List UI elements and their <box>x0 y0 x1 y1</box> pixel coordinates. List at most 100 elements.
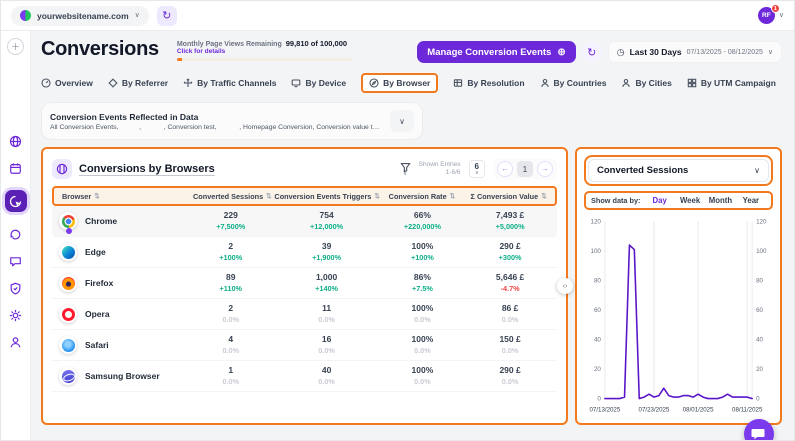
tab-by-cities[interactable]: By Cities <box>621 78 671 88</box>
refresh-icon: ↻ <box>587 46 596 59</box>
sessions-line-chart: 00202040406060808010010012012007/13/2025… <box>584 210 773 417</box>
chevron-down-icon: ∨ <box>768 49 773 56</box>
svg-text:08/01/2025: 08/01/2025 <box>683 406 714 413</box>
svg-text:120: 120 <box>590 219 601 226</box>
safari-icon <box>59 336 77 354</box>
tab-by-browser[interactable]: By Browser <box>361 73 438 93</box>
cities-icon <box>621 78 631 88</box>
granularity-month[interactable]: Month <box>705 196 735 205</box>
tab-by-utm-campaign[interactable]: By UTM Campaign <box>687 78 776 88</box>
page-views-details-link[interactable]: Click for details <box>177 48 352 55</box>
feedback-chat-icon[interactable] <box>8 253 24 269</box>
granularity-day[interactable]: Day <box>644 196 674 205</box>
svg-text:80: 80 <box>756 278 763 285</box>
page-title: Conversions <box>41 38 159 61</box>
opera-icon <box>59 305 77 323</box>
privacy-shield-icon[interactable] <box>8 280 24 296</box>
manage-conversion-events-button[interactable]: Manage Conversion Events ⊕ <box>417 41 575 63</box>
tab-by-referrer[interactable]: By Referrer <box>108 78 168 88</box>
page-views-widget: Monthly Page Views Remaining 99,810 of 1… <box>177 39 352 61</box>
table-title: Conversions by Browsers <box>79 163 215 175</box>
tab-by-countries[interactable]: By Countries <box>540 78 607 88</box>
analytics-globe-icon[interactable] <box>8 133 24 149</box>
account-area[interactable]: RF 1 ∨ <box>758 7 784 24</box>
tab-overview[interactable]: Overview <box>41 78 93 88</box>
svg-text:40: 40 <box>594 337 601 344</box>
current-page: 1 <box>517 161 533 177</box>
sort-icon: ⇅ <box>541 192 546 200</box>
tab-by-resolution[interactable]: By Resolution <box>453 78 524 88</box>
prev-page-button[interactable]: ← <box>497 161 513 177</box>
filter-funnel-icon[interactable]: ∨ <box>400 162 411 177</box>
funnels-icon[interactable] <box>8 226 24 242</box>
column-header-browser[interactable]: Browser⇅ <box>54 192 192 201</box>
app-screen: yourwebsitename.com ∨ ↻ RF 1 ∨ ＋ <box>0 0 795 441</box>
svg-text:20: 20 <box>756 366 763 373</box>
table-row[interactable]: Samsung Browser 10.0% 400.0% 100%0.0% 29… <box>52 361 557 392</box>
banner-expand-button[interactable]: ∨ <box>390 110 414 132</box>
metric-select[interactable]: Converted Sessions ∨ <box>588 159 769 182</box>
conversion-events-banner: Conversion Events Reflected in Data All … <box>41 102 423 140</box>
date-range-value: 07/13/2025 - 08/12/2025 <box>687 49 763 56</box>
samsung-browser-icon <box>59 367 77 385</box>
table-row[interactable]: Chrome 229+7,500% 754+12,000% 66%+220,00… <box>52 206 557 237</box>
table-row[interactable]: Safari 40.0% 160.0% 100%0.0% 150 £0.0% <box>52 330 557 361</box>
edge-icon <box>59 243 77 261</box>
site-name: yourwebsitename.com <box>37 11 129 21</box>
avatar-initials: RF <box>762 12 771 19</box>
clock-icon: ◷ <box>617 47 625 58</box>
notification-badge: 1 <box>771 4 780 13</box>
column-header-conversion-events-triggers[interactable]: Conversion Events Triggers⇅ <box>273 192 382 201</box>
chat-support-button[interactable] <box>744 419 774 441</box>
next-page-button[interactable]: → <box>537 161 553 177</box>
date-range-label: Last 30 Days <box>630 47 682 57</box>
panel-resize-handle[interactable]: ‹› <box>557 278 573 294</box>
browser-icon <box>369 78 379 88</box>
series-indicator-dot <box>66 228 72 234</box>
referrer-icon <box>108 78 118 88</box>
traffic-channels-icon <box>183 78 193 88</box>
avatar[interactable]: RF 1 <box>758 7 775 24</box>
firefox-icon <box>59 274 77 292</box>
overview-icon <box>41 78 51 88</box>
chevron-down-icon: ∨ <box>135 12 140 19</box>
report-tabs: Overview By Referrer By Traffic Channels… <box>41 73 782 93</box>
chevron-down-icon: ∨ <box>399 117 405 126</box>
page-views-label: Monthly Page Views Remaining <box>177 41 282 48</box>
refresh-site-button[interactable]: ↻ <box>157 6 177 26</box>
granularity-year[interactable]: Year <box>736 196 766 205</box>
tab-by-device[interactable]: By Device <box>291 78 346 88</box>
main-content: Conversions Monthly Page Views Remaining… <box>31 31 794 441</box>
chevron-down-icon: ∨ <box>475 171 479 176</box>
site-selector[interactable]: yourwebsitename.com ∨ <box>11 6 149 26</box>
top-bar: yourwebsitename.com ∨ ↻ RF 1 ∨ <box>1 1 794 31</box>
table-row[interactable]: Firefox 89+110% 1,000+140% 86%+7.5% 5,64… <box>52 268 557 299</box>
svg-text:60: 60 <box>756 307 763 314</box>
column-header-converted-sessions[interactable]: Converted Sessions⇅ <box>192 192 273 201</box>
svg-text:08/11/2025: 08/11/2025 <box>732 406 763 413</box>
column-header-conversion-rate[interactable]: Conversion Rate⇅ <box>382 192 463 201</box>
resolution-icon <box>453 78 463 88</box>
calendar-icon[interactable] <box>8 160 24 176</box>
granularity-week[interactable]: Week <box>675 196 705 205</box>
sort-icon: ⇅ <box>450 192 455 200</box>
svg-text:0: 0 <box>756 396 760 403</box>
chart-card: Converted Sessions ∨ Show data by: Day W… <box>575 147 782 425</box>
table-row[interactable]: Edge 2+100% 39+1,900% 100%+100% 290 £+30… <box>52 237 557 268</box>
svg-text:07/13/2025: 07/13/2025 <box>589 406 620 413</box>
page-size-select[interactable]: 6 ∨ <box>469 160 485 178</box>
date-range-picker[interactable]: ◷ Last 30 Days 07/13/2025 - 08/12/2025 ∨ <box>608 41 782 63</box>
visitors-icon[interactable] <box>8 334 24 350</box>
metric-select-highlight: Converted Sessions ∨ <box>584 155 773 186</box>
table-row[interactable]: Opera 20.0% 110.0% 100%0.0% 86 £0.0% <box>52 299 557 330</box>
settings-gear-icon[interactable] <box>8 307 24 323</box>
refresh-icon: ↻ <box>162 9 171 22</box>
granularity-switcher: Show data by: Day Week Month Year <box>584 191 773 210</box>
chat-icon <box>751 427 765 441</box>
add-site-icon[interactable]: ＋ <box>7 38 24 55</box>
tab-by-traffic-channels[interactable]: By Traffic Channels <box>183 78 276 88</box>
refresh-data-button[interactable]: ↻ <box>582 42 602 62</box>
svg-text:20: 20 <box>594 366 601 373</box>
conversions-icon[interactable] <box>5 190 27 212</box>
column-header-conversion-value[interactable]: Σ Conversion Value⇅ <box>462 192 555 201</box>
